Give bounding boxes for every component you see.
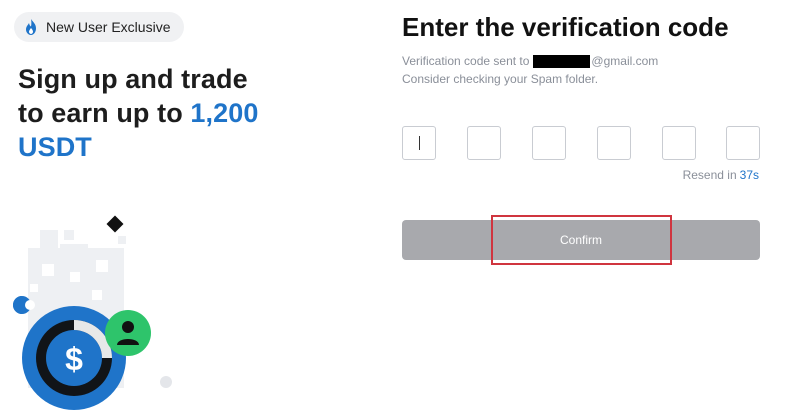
resend-label: Resend in [682,168,737,182]
new-user-badge: New User Exclusive [14,12,185,42]
code-sent-message: Verification code sent to @gmail.com [402,54,658,68]
confirm-button[interactable]: Confirm [402,220,760,260]
diamond-decoration [106,215,124,233]
badge-label: New User Exclusive [46,19,171,35]
sent-prefix: Verification code sent to [402,54,530,68]
code-digit-4[interactable] [597,126,631,160]
redacted-email-user [533,54,591,68]
gray-dot-decoration [160,376,172,388]
resend-countdown: 37s [739,168,759,182]
spam-hint: Consider checking your Spam folder. [402,72,599,86]
promo-headline: Sign up and trade to earn up to 1,200 US… [18,62,308,164]
headline-currency: USDT [18,132,92,162]
promo-illustration: $ [0,200,200,418]
confirm-label: Confirm [559,233,602,247]
code-digit-3[interactable] [532,126,566,160]
headline-prefix: to earn up to [18,98,191,128]
headline-line-2: to earn up to 1,200 [18,96,308,130]
text-caret [419,136,420,150]
page-title: Enter the verification code [402,12,729,42]
resend-timer: Resend in 37s [683,168,759,182]
dollar-symbol: $ [65,341,83,377]
headline-amount: 1,200 [190,98,259,128]
code-digit-6[interactable] [726,126,760,160]
code-digit-5[interactable] [662,126,696,160]
brand-flame-icon [26,19,36,35]
email-domain: @gmail.com [591,54,659,68]
verification-code-input [402,126,760,160]
code-digit-2[interactable] [467,126,501,160]
headline-line-1: Sign up and trade [18,64,248,94]
user-avatar-icon [105,310,151,356]
